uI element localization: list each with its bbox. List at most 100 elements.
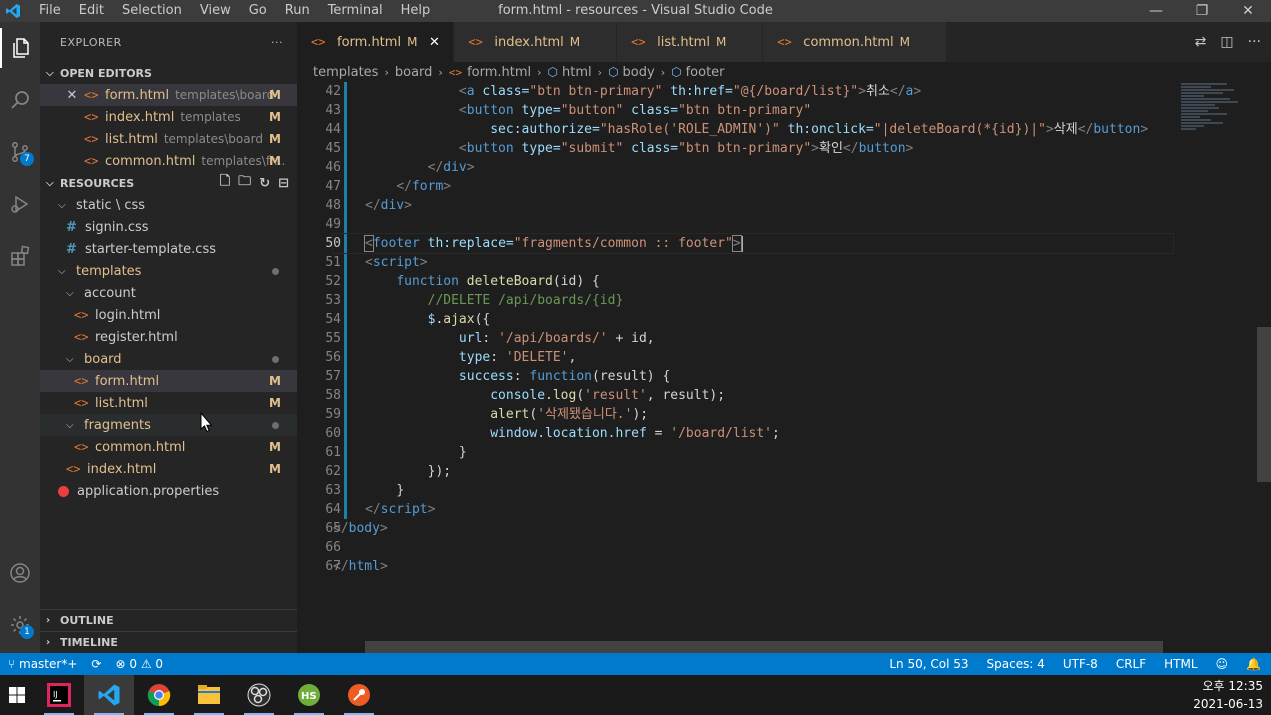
chrome-icon[interactable]: [134, 675, 184, 715]
menu-help[interactable]: Help: [392, 0, 440, 22]
new-folder-icon[interactable]: 🗀: [238, 172, 251, 194]
explorer-more-button[interactable]: ···: [271, 36, 283, 49]
css-file-icon: #: [66, 241, 77, 257]
tree-file-application-properties[interactable]: application.properties: [40, 480, 297, 502]
intellij-icon[interactable]: IJ: [34, 675, 84, 715]
breadcrumb-item[interactable]: form.html: [467, 65, 531, 80]
tree-folder-templates[interactable]: ⌵ templates: [40, 260, 297, 282]
run-debug-icon[interactable]: [0, 184, 40, 224]
menu-selection[interactable]: Selection: [113, 0, 191, 22]
tree-file-common[interactable]: <> common.html M: [40, 436, 297, 458]
menu-view[interactable]: View: [191, 0, 240, 22]
tab-modified-flag: M: [899, 35, 911, 49]
code-line: <script>: [365, 255, 428, 270]
postman-icon[interactable]: [334, 675, 384, 715]
breadcrumb-item[interactable]: footer: [686, 65, 725, 80]
resources-section[interactable]: ⌵ RESOURCES 🗋 🗀 ↻ ⊟: [40, 172, 297, 194]
menu-go[interactable]: Go: [240, 0, 276, 22]
more-actions-icon[interactable]: ···: [1248, 34, 1261, 50]
menu-file[interactable]: File: [30, 0, 70, 22]
obs-icon[interactable]: [234, 675, 284, 715]
explorer-icon[interactable]: [0, 28, 40, 68]
tree-folder-fragments[interactable]: ⌵ fragments: [40, 412, 297, 436]
new-file-icon[interactable]: 🗋: [220, 172, 230, 194]
outline-section[interactable]: › OUTLINE: [40, 609, 297, 631]
source-control-icon[interactable]: 7: [0, 132, 40, 172]
mouse-cursor-icon: [200, 412, 213, 433]
horizontal-scrollbar[interactable]: [365, 641, 1163, 653]
extensions-icon[interactable]: [0, 236, 40, 276]
open-editor-item[interactable]: <> index.html templates M: [40, 106, 297, 128]
tab-form-html[interactable]: <> form.html M ✕: [297, 22, 455, 62]
encoding[interactable]: UTF-8: [1063, 657, 1098, 671]
vscode-icon[interactable]: [84, 675, 134, 715]
tree-folder-static-css[interactable]: ⌵ static \ css: [40, 194, 297, 216]
heidisql-icon[interactable]: HS: [284, 675, 334, 715]
tree-file-starter-css[interactable]: # starter-template.css: [40, 238, 297, 260]
notifications-bell-icon[interactable]: 🔔: [1246, 657, 1261, 671]
windows-start-icon[interactable]: [0, 675, 34, 715]
problems-indicator[interactable]: ⊗ 0 ⚠ 0: [115, 657, 163, 671]
tree-file-login[interactable]: <> login.html: [40, 304, 297, 326]
search-icon[interactable]: [0, 80, 40, 120]
language-mode[interactable]: HTML: [1164, 657, 1197, 671]
breadcrumb-item[interactable]: body: [623, 65, 655, 80]
breadcrumb-item[interactable]: templates: [313, 65, 378, 80]
tree-file-index[interactable]: <> index.html M: [40, 458, 297, 480]
tree-label: starter-template.css: [85, 241, 216, 257]
minimize-button[interactable]: —: [1133, 0, 1179, 22]
vertical-scroll-thumb[interactable]: [1257, 327, 1271, 482]
open-editor-item[interactable]: ✕ <> form.html templates\board M: [40, 84, 297, 106]
line-endings[interactable]: CRLF: [1116, 657, 1146, 671]
timeline-section[interactable]: › TIMELINE: [40, 631, 297, 653]
open-editor-path: templates\board: [175, 88, 275, 102]
tree-folder-board[interactable]: ⌵ board: [40, 348, 297, 370]
open-changes-icon[interactable]: ⇄: [1195, 34, 1207, 50]
tree-file-form[interactable]: <> form.html M: [40, 370, 297, 392]
code-line: </script>: [365, 502, 436, 517]
close-editor-icon[interactable]: ✕: [64, 88, 80, 103]
minimap[interactable]: [1181, 82, 1257, 192]
menu-terminal[interactable]: Terminal: [319, 0, 392, 22]
tab-list-html[interactable]: <> list.html M: [617, 22, 764, 62]
outline-title: OUTLINE: [60, 614, 114, 627]
sync-icon[interactable]: ⟳: [91, 657, 101, 671]
open-editor-item[interactable]: <> list.html templates\board M: [40, 128, 297, 150]
tree-file-list[interactable]: <> list.html M: [40, 392, 297, 414]
close-tab-icon[interactable]: ✕: [427, 35, 441, 50]
vertical-scrollbar[interactable]: [1257, 82, 1271, 653]
html-file-icon: <>: [84, 88, 99, 102]
code-line: sec:authorize="hasRole('ROLE_ADMIN')" th…: [490, 122, 1149, 137]
breadcrumb-item[interactable]: html: [562, 65, 592, 80]
git-branch[interactable]: ⑂ master*+: [8, 657, 77, 671]
indentation[interactable]: Spaces: 4: [987, 657, 1045, 671]
cursor-position[interactable]: Ln 50, Col 53: [889, 657, 968, 671]
breadcrumb-item[interactable]: board: [395, 65, 433, 80]
code-editor[interactable]: 42 43 44 45 46 47 48 49 50 51 52 53 54 5…: [297, 82, 1271, 653]
open-editors-section[interactable]: ⌵ OPEN EDITORS: [40, 62, 297, 84]
feedback-icon[interactable]: ☺: [1216, 657, 1229, 671]
close-window-button[interactable]: ✕: [1225, 0, 1271, 22]
tree-file-signin-css[interactable]: # signin.css: [40, 216, 297, 238]
file-explorer-icon[interactable]: [184, 675, 234, 715]
tab-common-html[interactable]: <> common.html M: [763, 22, 948, 62]
html-file-icon: <>: [74, 330, 89, 344]
account-icon[interactable]: [0, 553, 40, 593]
menu-run[interactable]: Run: [276, 0, 319, 22]
system-clock[interactable]: 오후 12:35 2021-06-13: [1193, 677, 1263, 713]
svg-text:HS: HS: [301, 691, 317, 702]
scm-badge: 7: [20, 152, 34, 166]
collapse-all-icon[interactable]: ⊟: [278, 176, 289, 191]
modified-dot-icon: [272, 267, 279, 275]
settings-gear-icon[interactable]: 1: [0, 605, 40, 645]
open-editor-item[interactable]: <> common.html templates\fr... M: [40, 150, 297, 172]
split-editor-icon[interactable]: ◫: [1220, 34, 1233, 50]
menu-edit[interactable]: Edit: [70, 0, 113, 22]
tab-index-html[interactable]: <> index.html M: [454, 22, 618, 62]
refresh-icon[interactable]: ↻: [259, 176, 270, 191]
modified-flag: M: [269, 462, 281, 476]
tree-file-register[interactable]: <> register.html: [40, 326, 297, 348]
restore-button[interactable]: ❐: [1179, 0, 1225, 22]
tree-folder-account[interactable]: ⌵ account: [40, 282, 297, 304]
